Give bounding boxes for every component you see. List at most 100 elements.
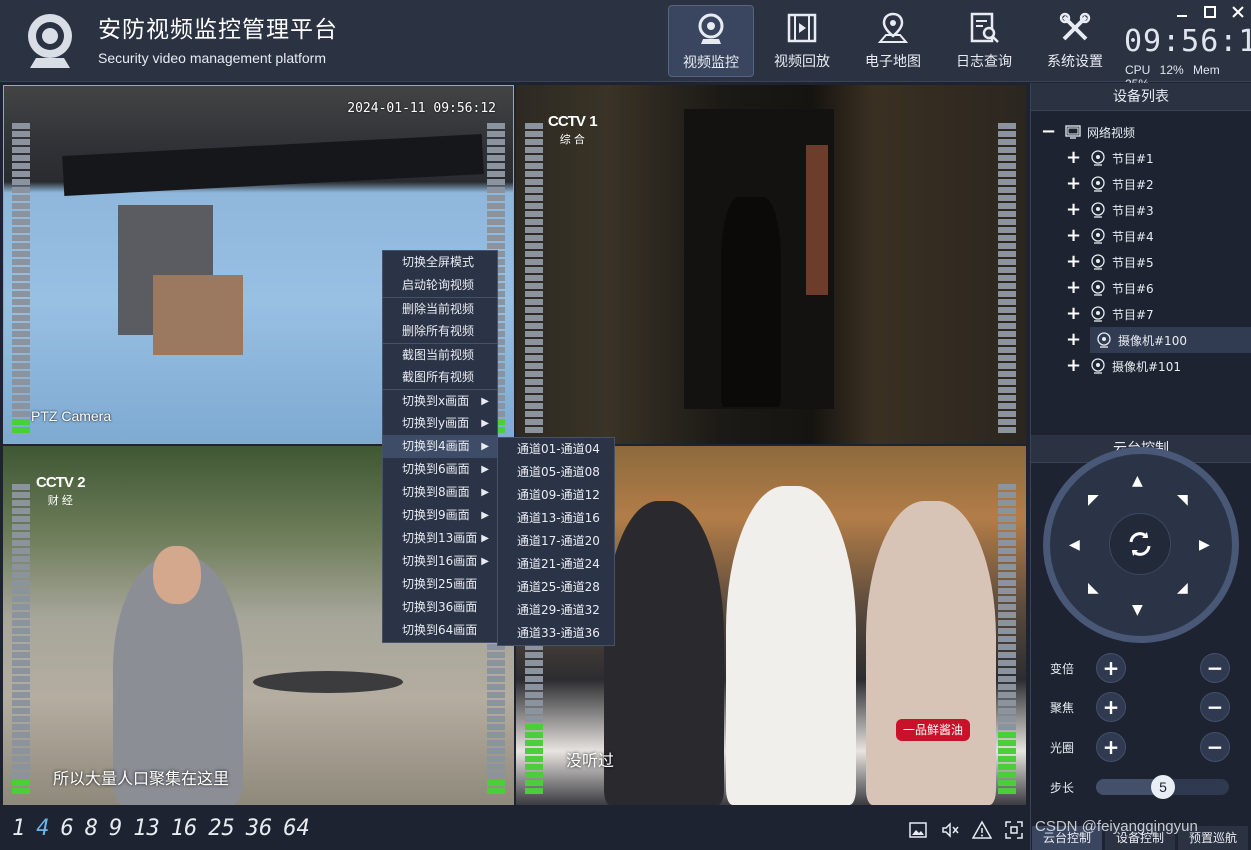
menu-item-start-polling[interactable]: 启动轮询视频 <box>383 274 497 297</box>
minimize-icon[interactable] <box>1175 4 1189 18</box>
device-label: 节目#2 <box>1112 177 1154 192</box>
tree-device[interactable]: + 节目#2 <box>1031 171 1251 197</box>
collapse-icon[interactable]: − <box>1041 123 1056 141</box>
layout-button-8[interactable]: 8 <box>85 816 98 841</box>
layout-button-6[interactable]: 6 <box>61 816 74 841</box>
channel-number: 2 <box>77 474 85 491</box>
ptz-iris-row: 光圈 + − <box>1050 732 1230 762</box>
menu-item-layout-8[interactable]: 切换到8画面 ▶ <box>383 481 497 504</box>
expand-icon[interactable]: + <box>1066 201 1081 219</box>
scene-person <box>721 197 781 407</box>
alert-icon[interactable] <box>971 820 993 840</box>
submenu-item-channel[interactable]: 通道21-通道24 <box>498 553 614 576</box>
ptz-left-icon[interactable]: ◀ <box>1069 538 1080 552</box>
menu-item-label: 切换到25画面 <box>402 577 478 591</box>
expand-icon[interactable]: + <box>1066 331 1081 349</box>
close-icon[interactable] <box>1231 4 1245 18</box>
tree-device-selected[interactable]: + 摄像机#100 <box>1031 327 1251 353</box>
menu-item-delete-all[interactable]: 删除所有视频 <box>383 320 497 343</box>
tree-device[interactable]: + 节目#3 <box>1031 197 1251 223</box>
image-icon[interactable] <box>908 820 928 840</box>
maximize-icon[interactable] <box>1203 4 1217 18</box>
ptz-up-icon[interactable]: ▲ <box>1132 474 1143 488</box>
mute-icon[interactable] <box>940 820 960 840</box>
menu-item-layout-y[interactable]: 切换到y画面 ▶ <box>383 412 497 435</box>
fullscreen-icon[interactable] <box>1004 820 1024 840</box>
log-search-icon <box>970 12 999 43</box>
layout-button-64[interactable]: 64 <box>283 816 310 841</box>
submenu-item-channel[interactable]: 通道13-通道16 <box>498 507 614 530</box>
focus-in-button[interactable]: + <box>1096 692 1126 722</box>
step-slider[interactable]: 5 <box>1096 775 1229 799</box>
ptz-auto-button[interactable] <box>1109 513 1171 575</box>
menu-item-label: 切换到13画面 <box>402 531 478 545</box>
iris-close-button[interactable]: − <box>1200 732 1230 762</box>
submenu-item-channel[interactable]: 通道33-通道36 <box>498 622 614 645</box>
tree-device[interactable]: + 节目#7 <box>1031 301 1251 327</box>
expand-icon[interactable]: + <box>1066 175 1081 193</box>
ptz-down-icon[interactable]: ▼ <box>1132 603 1143 617</box>
expand-icon[interactable]: + <box>1066 279 1081 297</box>
menu-item-delete-current[interactable]: 删除当前视频 <box>383 297 497 320</box>
menu-item-layout-16[interactable]: 切换到16画面 ▶ <box>383 550 497 573</box>
layout-button-36[interactable]: 36 <box>246 816 273 841</box>
menu-item-layout-64[interactable]: 切换到64画面 <box>383 619 497 642</box>
step-slider-knob[interactable]: 5 <box>1151 775 1175 799</box>
zoom-out-button[interactable]: − <box>1200 653 1230 683</box>
zoom-in-button[interactable]: + <box>1096 653 1126 683</box>
ptz-down-right-icon[interactable]: ◢ <box>1177 581 1188 595</box>
audio-level-left <box>12 123 30 433</box>
menu-item-layout-25[interactable]: 切换到25画面 <box>383 573 497 596</box>
submenu-item-channel[interactable]: 通道09-通道12 <box>498 484 614 507</box>
menu-item-layout-4[interactable]: 切换到4画面 ▶ <box>383 435 497 458</box>
menu-item-layout-6[interactable]: 切换到6画面 ▶ <box>383 458 497 481</box>
menu-item-layout-36[interactable]: 切换到36画面 <box>383 596 497 619</box>
ptz-up-right-icon[interactable]: ◥ <box>1177 493 1188 507</box>
menu-item-fullscreen[interactable]: 切换全屏模式 <box>383 251 497 274</box>
menu-item-snapshot-all[interactable]: 截图所有视频 <box>383 366 497 389</box>
app-title: 安防视频监控管理平台 <box>98 17 338 43</box>
layout-buttons: 1 4 6 8 9 13 16 25 36 64 <box>12 816 310 841</box>
ptz-up-left-icon[interactable]: ◤ <box>1088 493 1099 507</box>
video-cell-2[interactable]: CCTV 1 综 合 <box>516 85 1026 444</box>
tree-device[interactable]: + 节目#4 <box>1031 223 1251 249</box>
layout-button-9[interactable]: 9 <box>109 816 122 841</box>
refresh-icon <box>1129 532 1151 556</box>
submenu-item-channel[interactable]: 通道05-通道08 <box>498 461 614 484</box>
layout-button-1[interactable]: 1 <box>12 816 25 841</box>
focus-out-button[interactable]: − <box>1200 692 1230 722</box>
tree-root[interactable]: − 网络视频 <box>1031 119 1251 145</box>
ptz-down-left-icon[interactable]: ◣ <box>1088 581 1099 595</box>
tree-device[interactable]: + 节目#6 <box>1031 275 1251 301</box>
layout-button-4[interactable]: 4 <box>36 816 49 841</box>
menu-item-layout-x[interactable]: 切换到x画面 ▶ <box>383 389 497 412</box>
menu-item-snapshot-current[interactable]: 截图当前视频 <box>383 343 497 366</box>
menu-item-layout-9[interactable]: 切换到9画面 ▶ <box>383 504 497 527</box>
menu-item-label: 切换到6画面 <box>402 462 470 476</box>
nav-system-settings[interactable]: 系统设置 <box>1032 5 1118 77</box>
expand-icon[interactable]: + <box>1066 357 1081 375</box>
nav-video-monitor[interactable]: 视频监控 <box>668 5 754 77</box>
expand-icon[interactable]: + <box>1066 227 1081 245</box>
expand-icon[interactable]: + <box>1066 305 1081 323</box>
submenu-item-channel[interactable]: 通道01-通道04 <box>498 438 614 461</box>
layout-button-16[interactable]: 16 <box>171 816 198 841</box>
nav-e-map[interactable]: 电子地图 <box>850 5 936 77</box>
tree-device[interactable]: + 摄像机#101 <box>1031 353 1251 379</box>
tree-device[interactable]: + 节目#5 <box>1031 249 1251 275</box>
submenu-item-channel[interactable]: 通道25-通道28 <box>498 576 614 599</box>
iris-open-button[interactable]: + <box>1096 732 1126 762</box>
submenu-item-channel[interactable]: 通道29-通道32 <box>498 599 614 622</box>
layout-button-25[interactable]: 25 <box>208 816 235 841</box>
selected-highlight: 摄像机#100 <box>1090 327 1251 353</box>
nav-video-playback[interactable]: 视频回放 <box>759 5 845 77</box>
nav-log-query[interactable]: 日志查询 <box>941 5 1027 77</box>
tree-device[interactable]: + 节目#1 <box>1031 145 1251 171</box>
layout-button-13[interactable]: 13 <box>133 816 160 841</box>
expand-icon[interactable]: + <box>1066 149 1081 167</box>
submenu-item-channel[interactable]: 通道17-通道20 <box>498 530 614 553</box>
menu-item-layout-13[interactable]: 切换到13画面 ▶ <box>383 527 497 550</box>
camera-icon <box>1091 202 1105 218</box>
ptz-right-icon[interactable]: ▶ <box>1199 538 1210 552</box>
expand-icon[interactable]: + <box>1066 253 1081 271</box>
